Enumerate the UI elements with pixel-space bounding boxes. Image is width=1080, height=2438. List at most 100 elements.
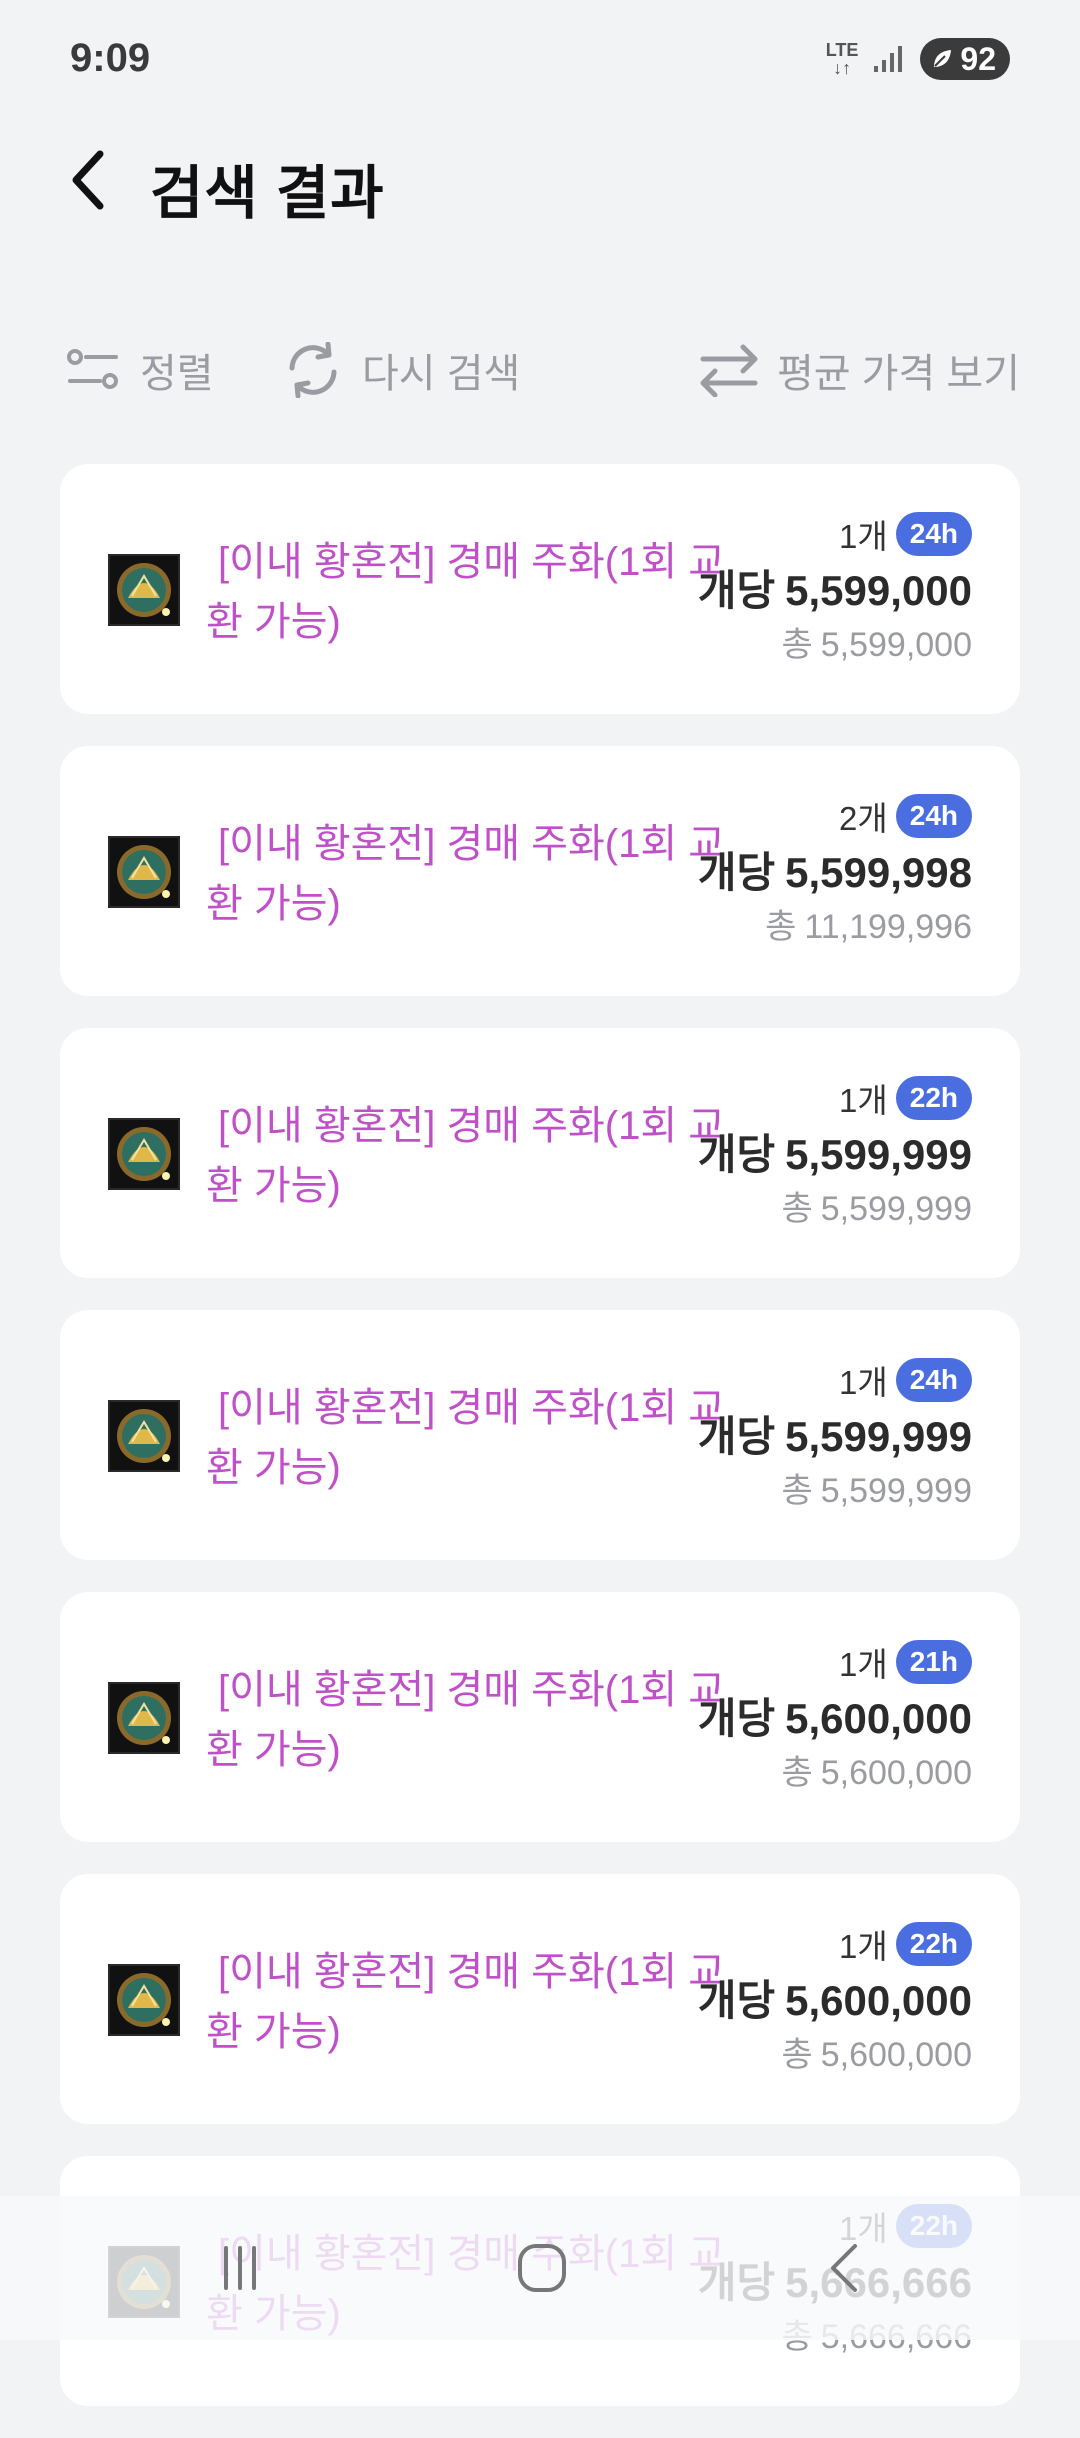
swap-icon xyxy=(700,344,758,397)
unit-price-value: 5,599,999 xyxy=(785,1413,972,1460)
leaf-icon xyxy=(934,50,952,67)
total-price-value: 11,199,996 xyxy=(804,908,972,946)
chevron-left-icon xyxy=(72,150,104,210)
total-price: 총 5,600,000 xyxy=(698,1748,972,1798)
quantity: 1개 xyxy=(839,1928,888,1965)
listing-card[interactable]: [이내 황혼전] 경매 주화(1회 교환 가능) 1개 24h 개당 5,599,… xyxy=(60,1310,1020,1560)
listing-card[interactable]: [이내 황혼전] 경매 주화(1회 교환 가능) 1개 21h 개당 5,600,… xyxy=(60,1592,1020,1842)
quantity: 1개 xyxy=(839,1364,888,1401)
listing-card[interactable]: [이내 황혼전] 경매 주화(1회 교환 가능) 2개 24h 개당 5,599,… xyxy=(60,746,1020,996)
unit-price: 개당 5,600,000 xyxy=(698,1690,972,1748)
quantity: 1개 xyxy=(839,1082,888,1119)
price-area: 1개 22h 개당 5,599,999 총 5,599,999 xyxy=(698,1072,972,1234)
average-price-label: 평균 가격 보기 xyxy=(776,352,1020,396)
listing-card[interactable]: [이내 황혼전] 경매 주화(1회 교환 가능) 1개 22h 개당 5,599,… xyxy=(60,1028,1020,1278)
unit-price-label: 개당 xyxy=(697,849,776,896)
total-price: 총 5,599,000 xyxy=(698,620,972,670)
unit-price-label: 개당 xyxy=(697,1695,776,1742)
total-price-label: 총 xyxy=(765,908,797,946)
total-price-value: 5,599,000 xyxy=(820,626,972,664)
back-arrow-icon xyxy=(831,2244,857,2292)
quantity: 2개 xyxy=(839,800,888,837)
time-remaining-badge: 24h xyxy=(895,512,972,556)
item-name: [이내 황혼전] 경매 주화(1회 교환 가능) xyxy=(206,822,726,926)
unit-price: 개당 5,599,000 xyxy=(698,562,972,620)
price-area: 1개 24h 개당 5,599,999 총 5,599,999 xyxy=(698,1354,972,1516)
home-button[interactable] xyxy=(497,2226,587,2310)
auction-coin-icon xyxy=(108,1964,180,2036)
item-name: [이내 황혼전] 경매 주화(1회 교환 가능) xyxy=(206,1668,726,1772)
refresh-icon xyxy=(289,342,337,398)
price-area: 1개 21h 개당 5,600,000 총 5,600,000 xyxy=(698,1636,972,1798)
total-price-label: 총 xyxy=(781,2036,813,2074)
unit-price-label: 개당 xyxy=(697,1131,776,1178)
total-price-value: 5,600,000 xyxy=(820,2036,972,2074)
price-area: 2개 24h 개당 5,599,998 총 11,199,996 xyxy=(698,790,972,952)
battery-indicator: 92 xyxy=(920,38,1010,80)
network-label: LTE xyxy=(825,40,859,60)
listing-list: [이내 황혼전] 경매 주화(1회 교환 가능) 1개 24h 개당 5,599,… xyxy=(60,464,1020,2438)
sort-icon xyxy=(67,349,118,389)
app-header: 검색 결과 xyxy=(0,130,1080,230)
unit-price-value: 5,599,999 xyxy=(785,1131,972,1178)
price-area: 1개 22h 개당 5,600,000 총 5,600,000 xyxy=(698,1918,972,2080)
listing-card[interactable]: [이내 황혼전] 경매 주화(1회 교환 가능) 1개 22h 개당 5,600,… xyxy=(60,1874,1020,2124)
quantity: 1개 xyxy=(839,518,888,555)
status-icons: LTE ↓↑ 92 xyxy=(826,36,1010,82)
total-price-value: 5,599,999 xyxy=(820,1190,972,1228)
system-back-button[interactable] xyxy=(800,2226,890,2310)
recents-icon xyxy=(224,2246,256,2290)
total-price: 총 5,600,000 xyxy=(698,2030,972,2080)
total-price-value: 5,599,999 xyxy=(820,1472,972,1510)
time-remaining-badge: 24h xyxy=(895,1358,972,1402)
unit-price: 개당 5,599,999 xyxy=(698,1408,972,1466)
item-name: [이내 황혼전] 경매 주화(1회 교환 가능) xyxy=(206,1104,726,1208)
unit-price-value: 5,599,000 xyxy=(785,567,972,614)
auction-coin-icon xyxy=(108,1682,180,1754)
unit-price-value: 5,600,000 xyxy=(785,1977,972,2024)
research-button[interactable]: 다시 검색 xyxy=(282,330,520,410)
price-area: 1개 24h 개당 5,599,000 총 5,599,000 xyxy=(698,508,972,670)
unit-price-label: 개당 xyxy=(697,1977,776,2024)
sort-label: 정렬 xyxy=(140,352,214,396)
time-remaining-badge: 24h xyxy=(895,794,972,838)
research-label: 다시 검색 xyxy=(362,352,521,396)
battery-level: 92 xyxy=(960,40,996,77)
auction-coin-icon xyxy=(108,1400,180,1472)
total-price: 총 5,599,999 xyxy=(698,1466,972,1516)
time-remaining-badge: 22h xyxy=(895,1076,972,1120)
status-time: 9:09 xyxy=(70,36,151,80)
unit-price-value: 5,600,000 xyxy=(785,1695,972,1742)
item-name: [이내 황혼전] 경매 주화(1회 교환 가능) xyxy=(206,1950,726,2054)
signal-icon xyxy=(874,46,903,72)
back-button[interactable] xyxy=(58,142,118,218)
status-bar: 9:09 LTE ↓↑ 92 xyxy=(0,0,1080,120)
recents-button[interactable] xyxy=(195,2226,285,2310)
total-price-label: 총 xyxy=(781,626,813,664)
total-price-label: 총 xyxy=(781,1754,813,1792)
time-remaining-badge: 22h xyxy=(895,1922,972,1966)
item-name: [이내 황혼전] 경매 주화(1회 교환 가능) xyxy=(206,540,726,644)
item-name: [이내 황혼전] 경매 주화(1회 교환 가능) xyxy=(206,1386,726,1490)
page-title: 검색 결과 xyxy=(150,161,385,226)
unit-price: 개당 5,599,999 xyxy=(698,1126,972,1184)
listing-card[interactable]: [이내 황혼전] 경매 주화(1회 교환 가능) 1개 24h 개당 5,599,… xyxy=(60,464,1020,714)
sort-button[interactable]: 정렬 xyxy=(66,330,214,410)
unit-price-value: 5,599,998 xyxy=(785,849,972,896)
total-price-label: 총 xyxy=(781,1190,813,1228)
system-nav-bar xyxy=(0,2196,1080,2340)
total-price: 총 11,199,996 xyxy=(698,902,972,952)
average-price-button[interactable]: 평균 가격 보기 xyxy=(699,330,1020,410)
total-price-value: 5,600,000 xyxy=(820,1754,972,1792)
total-price-label: 총 xyxy=(781,1472,813,1510)
time-remaining-badge: 21h xyxy=(895,1640,972,1684)
lte-icon: LTE ↓↑ xyxy=(825,40,859,78)
home-icon xyxy=(518,2244,566,2292)
total-price: 총 5,599,999 xyxy=(698,1184,972,1234)
unit-price-label: 개당 xyxy=(697,567,776,614)
auction-coin-icon xyxy=(108,1118,180,1190)
toolbar: 정렬 다시 검색 평균 가격 보기 xyxy=(0,330,1080,410)
unit-price-label: 개당 xyxy=(697,1413,776,1460)
quantity: 1개 xyxy=(839,1646,888,1683)
unit-price: 개당 5,600,000 xyxy=(698,1972,972,2030)
